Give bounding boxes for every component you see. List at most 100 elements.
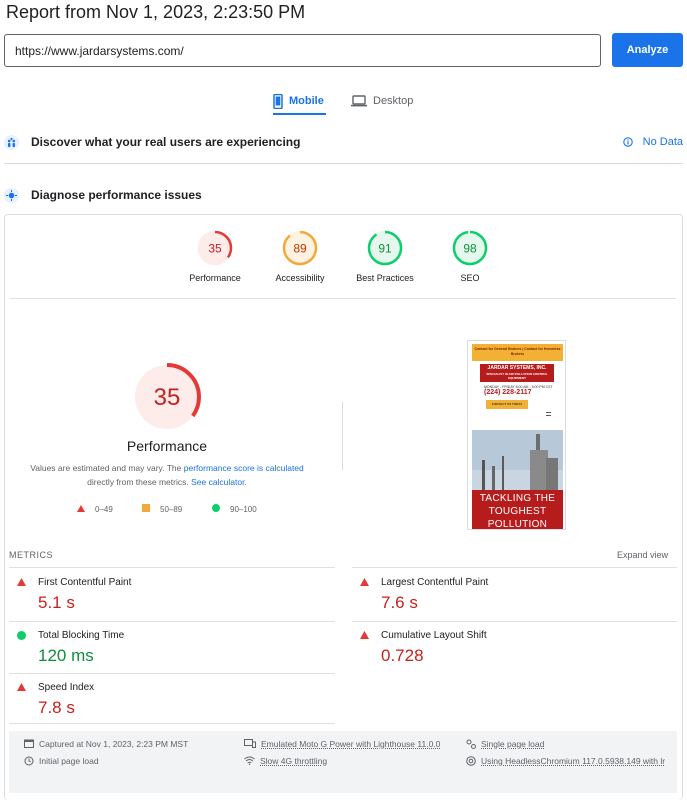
metric-lcp-value: 7.6 s bbox=[381, 593, 418, 612]
legend-average-range: 50–89 bbox=[160, 504, 183, 514]
metric-divider bbox=[9, 621, 335, 622]
triangle-icon bbox=[17, 578, 26, 586]
real-users-section[interactable]: Discover what your real users are experi… bbox=[0, 130, 687, 154]
captured-at: Captured at Nov 1, 2023, 2:23 PM MST bbox=[24, 738, 188, 750]
info-icon bbox=[622, 137, 633, 147]
svg-text:89: 89 bbox=[293, 242, 307, 256]
metrics-heading: METRICS bbox=[9, 550, 53, 560]
gauge-seo[interactable]: 98 SEO bbox=[425, 230, 515, 283]
gauges-divider bbox=[10, 298, 676, 299]
circle-icon bbox=[212, 504, 220, 514]
vertical-divider bbox=[342, 402, 343, 470]
calendar-icon bbox=[24, 739, 34, 748]
gauge-performance-label: Performance bbox=[189, 273, 241, 283]
emulated-device-text: Emulated Moto G Power with Lighthouse 11… bbox=[261, 739, 441, 749]
users-icon bbox=[4, 134, 19, 150]
tab-desktop[interactable]: Desktop bbox=[351, 88, 413, 114]
gauge-accessibility[interactable]: 89 Accessibility bbox=[255, 230, 345, 283]
metric-tbt-name: Total Blocking Time bbox=[38, 630, 125, 641]
url-input[interactable] bbox=[4, 34, 601, 67]
initial-page-load: Initial page load bbox=[24, 755, 99, 767]
tab-mobile-label: Mobile bbox=[289, 95, 324, 107]
triangle-icon bbox=[360, 578, 369, 586]
browser-info-text: Using HeadlessChromium 117.0.5938.149 wi… bbox=[481, 756, 666, 766]
timer-icon bbox=[24, 756, 34, 766]
screenshot-phone: (224) 228-2117 bbox=[484, 389, 532, 396]
metric-divider bbox=[9, 567, 335, 568]
screenshot-logo-text: JARDAR SYSTEMS, INC. bbox=[487, 365, 547, 371]
diagnose-section: Diagnose performance issues bbox=[0, 183, 687, 207]
user-flow-icon bbox=[466, 739, 476, 749]
screenshot-logo: JARDAR SYSTEMS, INC. SPECIALIST IN AIR P… bbox=[480, 364, 554, 382]
square-icon bbox=[142, 504, 150, 514]
gauge-best-practices-ring: 91 bbox=[367, 230, 403, 266]
page-screenshot[interactable]: Contact for General Brokers | Contact fo… bbox=[467, 340, 566, 530]
score-calculated-link[interactable]: performance score is calculated bbox=[184, 463, 304, 473]
wifi-icon bbox=[244, 756, 255, 765]
legend-good: 90–100 bbox=[212, 503, 257, 515]
chrome-icon bbox=[466, 756, 476, 766]
see-calculator-link[interactable]: See calculator. bbox=[191, 477, 247, 487]
metric-divider bbox=[9, 723, 335, 724]
triangle-icon bbox=[77, 504, 85, 514]
metric-cls-value: 0.728 bbox=[381, 646, 424, 665]
no-data-indicator[interactable]: No Data bbox=[622, 136, 683, 148]
svg-text:35: 35 bbox=[208, 242, 222, 256]
screenshot-banner: Contact for General Brokers | Contact fo… bbox=[472, 344, 563, 361]
captured-at-text: Captured at Nov 1, 2023, 2:23 PM MST bbox=[39, 739, 189, 749]
legend-poor: 0–49 bbox=[77, 503, 113, 515]
gauge-accessibility-ring: 89 bbox=[282, 230, 318, 266]
diagnose-icon bbox=[4, 187, 19, 203]
tab-desktop-label: Desktop bbox=[373, 95, 414, 107]
metric-divider bbox=[352, 621, 677, 622]
initial-page-load-text: Initial page load bbox=[39, 756, 99, 766]
active-tab-indicator bbox=[273, 113, 326, 115]
network-throttling-text: Slow 4G throttling bbox=[260, 756, 328, 766]
screenshot-cta: CONTACT US TODAY bbox=[486, 400, 528, 409]
laptop-icon bbox=[351, 95, 367, 107]
metric-tbt-value: 120 ms bbox=[38, 646, 94, 665]
metric-speed-index-name: Speed Index bbox=[38, 682, 95, 693]
single-page-load-text: Single page load bbox=[481, 739, 545, 749]
gauge-seo-ring: 98 bbox=[452, 230, 488, 266]
screenshot-hero-text: TACKLING THE TOUGHEST POLLUTION bbox=[479, 493, 556, 530]
metric-lcp-name: Largest Contentful Paint bbox=[381, 577, 489, 588]
note-prefix: Values are estimated and may vary. The bbox=[30, 463, 182, 473]
tab-mobile[interactable]: Mobile bbox=[273, 88, 324, 114]
score-note: Values are estimated and may vary. The p… bbox=[20, 461, 314, 489]
section-divider bbox=[4, 163, 683, 164]
metric-fcp-name: First Contentful Paint bbox=[38, 577, 132, 588]
runtime-settings: Captured at Nov 1, 2023, 2:23 PM MST Ini… bbox=[9, 731, 677, 793]
network-throttling[interactable]: Slow 4G throttling bbox=[244, 755, 327, 767]
gauge-accessibility-label: Accessibility bbox=[275, 273, 325, 283]
real-users-title: Discover what your real users are experi… bbox=[31, 135, 301, 149]
diagnose-title: Diagnose performance issues bbox=[31, 188, 202, 202]
gauge-seo-label: SEO bbox=[460, 273, 480, 283]
analyze-button[interactable]: Analyze bbox=[612, 33, 683, 67]
browser-info[interactable]: Using HeadlessChromium 117.0.5938.149 wi… bbox=[466, 755, 671, 767]
screenshot-logo-sub: SPECIALIST IN AIR POLLUTION CONTROL EQUI… bbox=[486, 372, 548, 380]
hamburger-icon bbox=[546, 412, 551, 416]
circle-icon bbox=[17, 631, 26, 640]
svg-text:98: 98 bbox=[463, 242, 477, 256]
metric-cls-name: Cumulative Layout Shift bbox=[381, 630, 487, 641]
legend-good-range: 90–100 bbox=[230, 504, 257, 514]
triangle-icon bbox=[17, 683, 26, 691]
performance-score-label: Performance bbox=[126, 438, 208, 454]
performance-score-gauge: 35 bbox=[133, 363, 201, 431]
gauge-best-practices-label: Best Practices bbox=[356, 273, 414, 283]
gauge-best-practices[interactable]: 91 Best Practices bbox=[340, 230, 430, 283]
metric-divider bbox=[352, 567, 677, 568]
emulated-device[interactable]: Emulated Moto G Power with Lighthouse 11… bbox=[244, 738, 440, 750]
gauge-performance[interactable]: 35 Performance bbox=[170, 230, 260, 283]
expand-view-toggle[interactable]: Expand view bbox=[617, 550, 668, 560]
legend-average: 50–89 bbox=[142, 503, 182, 515]
legend-poor-range: 0–49 bbox=[95, 504, 113, 514]
metric-speed-index-value: 7.8 s bbox=[38, 698, 75, 717]
single-page-load[interactable]: Single page load bbox=[466, 738, 544, 750]
report-title: Report from Nov 1, 2023, 2:23:50 PM bbox=[6, 2, 306, 22]
triangle-icon bbox=[360, 631, 369, 639]
metric-fcp-value: 5.1 s bbox=[38, 593, 75, 612]
svg-text:91: 91 bbox=[378, 242, 392, 256]
phone-icon bbox=[273, 93, 283, 109]
